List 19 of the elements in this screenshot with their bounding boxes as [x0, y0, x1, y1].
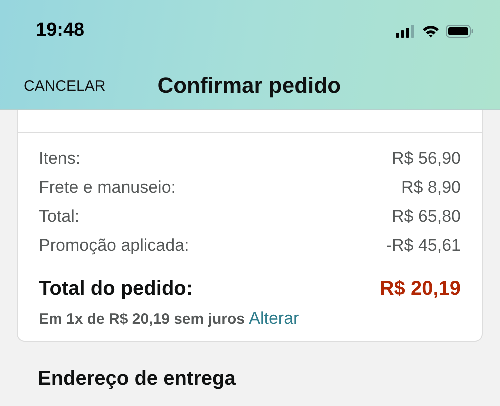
summary-label: Itens:	[39, 149, 81, 169]
summary-amount: -R$ 45,61	[386, 236, 461, 256]
signal-icon	[396, 24, 416, 38]
summary-amount: R$ 56,90	[392, 149, 461, 169]
change-link[interactable]: Alterar	[249, 309, 300, 328]
order-total-label: Total do pedido:	[39, 278, 194, 300]
page-title: Confirmar pedido	[158, 73, 342, 99]
summary-amount: R$ 65,80	[392, 207, 461, 227]
order-total-amount: R$ 20,19	[380, 278, 461, 300]
cancel-button[interactable]: CANCELAR	[24, 78, 106, 94]
summary-label: Promoção aplicada:	[39, 236, 190, 256]
summary-amount: R$ 8,90	[401, 178, 461, 198]
wifi-icon	[422, 24, 440, 38]
summary-label: Frete e manuseio:	[39, 178, 176, 198]
installment-text: Em 1x de R$ 20,19 sem juros Alterar	[39, 309, 300, 329]
section-heading: Endereço de entrega	[38, 368, 237, 391]
battery-icon	[446, 24, 474, 38]
status-time: 19:48	[36, 20, 85, 42]
summary-label: Total:	[39, 207, 80, 227]
